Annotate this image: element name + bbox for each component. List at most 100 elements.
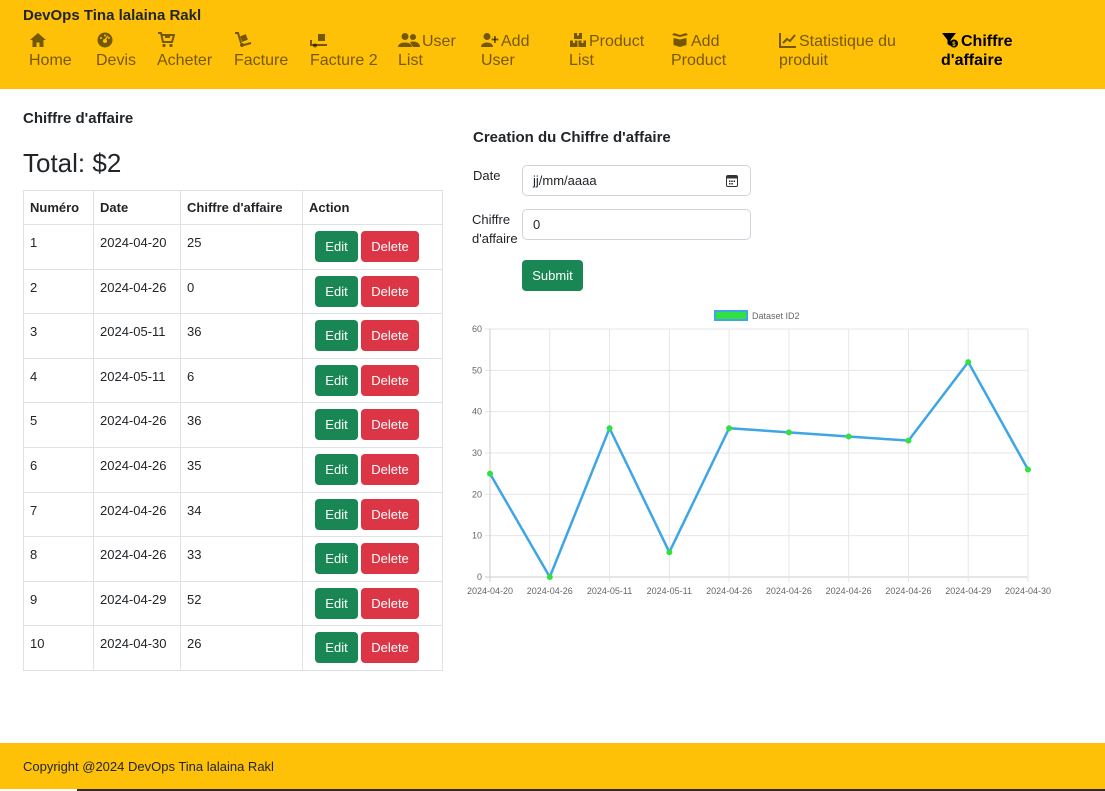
- nav-label: Add: [691, 33, 720, 50]
- nav-label: Product: [589, 33, 645, 50]
- edit-button[interactable]: Edit: [315, 275, 358, 307]
- nav-devis[interactable]: Devis: [96, 32, 136, 70]
- cart-icon: [157, 32, 175, 48]
- cell-action: Edit Delete: [302, 491, 443, 538]
- edit-button[interactable]: Edit: [315, 498, 358, 530]
- cell-numero: 10: [23, 625, 94, 671]
- nav-statistique[interactable]: Statistique du produit: [779, 32, 896, 70]
- nav-add-product[interactable]: Add Product: [671, 32, 726, 70]
- cell-numero: 6: [23, 446, 94, 493]
- users-icon: [398, 32, 420, 48]
- label-line: d'affaire: [472, 231, 518, 246]
- x-tick-label: 2024-04-20: [467, 586, 513, 596]
- cell-date: 2024-04-26: [93, 536, 181, 582]
- total-amount: Total: $2: [23, 148, 122, 178]
- nav-label-line2: User: [481, 52, 515, 69]
- home-icon: [29, 32, 47, 48]
- cell-numero: 7: [23, 491, 94, 538]
- delete-button[interactable]: Delete: [361, 364, 419, 396]
- delete-button[interactable]: Delete: [361, 632, 419, 664]
- y-tick-label: 0: [477, 572, 482, 582]
- cell-numero: 9: [23, 580, 94, 627]
- cell-numero: 3: [23, 313, 94, 359]
- chart-line-icon: [779, 32, 797, 48]
- x-tick-label: 2024-04-26: [706, 586, 752, 596]
- form-heading: Creation du Chiffre d'affaire: [473, 129, 671, 146]
- cell-action: Edit Delete: [302, 224, 443, 270]
- table-row: 9 2024-04-29 52 Edit Delete: [23, 580, 443, 627]
- data-point: [785, 429, 792, 436]
- nav-chiffre-affaire[interactable]: $ Chiffre d'affaire: [941, 32, 1013, 70]
- y-tick-label: 20: [472, 489, 482, 499]
- table-row: 1 2024-04-20 25 Edit Delete: [23, 224, 443, 270]
- nav-label: Statistique du: [799, 33, 896, 50]
- edit-button[interactable]: Edit: [315, 364, 358, 396]
- table-row: 6 2024-04-26 35 Edit Delete: [23, 446, 443, 493]
- y-tick-label: 60: [472, 324, 482, 334]
- cell-action: Edit Delete: [302, 268, 443, 315]
- cell-numero: 4: [23, 357, 94, 404]
- col-header: Action: [302, 190, 443, 225]
- delete-button[interactable]: Delete: [361, 587, 419, 619]
- table-row: 7 2024-04-26 34 Edit Delete: [23, 491, 443, 538]
- table-row: 5 2024-04-26 36 Edit Delete: [23, 402, 443, 448]
- nav-facture-2[interactable]: Facture 2: [310, 32, 378, 70]
- nav-add-user[interactable]: Add User: [481, 32, 529, 70]
- nav-label: Devis: [96, 52, 137, 69]
- delete-button[interactable]: Delete: [361, 231, 419, 262]
- cell-action: Edit Delete: [302, 580, 443, 627]
- cell-date: 2024-04-26: [93, 268, 181, 315]
- delete-button[interactable]: Delete: [361, 275, 419, 307]
- delete-button[interactable]: Delete: [361, 409, 419, 441]
- delete-button[interactable]: Delete: [361, 498, 419, 530]
- edit-button[interactable]: Edit: [315, 453, 358, 485]
- nav-facture[interactable]: Facture: [234, 32, 288, 70]
- data-point: [726, 425, 733, 432]
- delete-button[interactable]: Delete: [361, 543, 419, 575]
- col-header: Chiffre d'affaire: [180, 190, 303, 225]
- data-point: [487, 470, 493, 477]
- date-input[interactable]: jj/mm/aaaa: [522, 165, 751, 196]
- chiffre-affaire-table: Numéro Date Chiffre d'affaire Action 1 20…: [23, 190, 443, 671]
- nav-label: Chiffre: [961, 33, 1013, 50]
- cell-action: Edit Delete: [302, 357, 443, 404]
- x-tick-label: 2024-04-29: [945, 586, 991, 596]
- cell-chiffre-affaire: 25: [180, 224, 303, 270]
- nav-user-list[interactable]: User List: [398, 32, 456, 70]
- data-point: [666, 549, 673, 556]
- section-heading: Chiffre d'affaire: [23, 110, 134, 127]
- chiffre-affaire-input[interactable]: 0: [522, 209, 751, 240]
- cell-chiffre-affaire: 36: [180, 313, 303, 359]
- calendar-icon[interactable]: [726, 174, 738, 187]
- nav-label: Add: [501, 33, 530, 50]
- edit-button[interactable]: Edit: [315, 231, 358, 262]
- x-tick-label: 2024-04-26: [766, 586, 812, 596]
- delete-button[interactable]: Delete: [361, 453, 419, 485]
- cell-chiffre-affaire: 0: [180, 268, 303, 315]
- data-point: [546, 574, 553, 580]
- nav-label: Facture 2: [310, 52, 378, 69]
- edit-button[interactable]: Edit: [315, 409, 358, 441]
- x-tick-label: 2024-04-26: [527, 586, 573, 596]
- data-point: [1025, 466, 1031, 473]
- navbar: DevOps Tina lalaina Rakl Home Devis Ache…: [0, 0, 1105, 89]
- edit-button[interactable]: Edit: [315, 543, 358, 575]
- cell-action: Edit Delete: [302, 625, 443, 671]
- brand[interactable]: DevOps Tina lalaina Rakl: [23, 7, 201, 24]
- submit-button[interactable]: Submit: [522, 260, 583, 291]
- edit-button[interactable]: Edit: [315, 632, 358, 664]
- nav-home[interactable]: Home: [29, 32, 72, 70]
- table-row: 8 2024-04-26 33 Edit Delete: [23, 536, 443, 582]
- delete-button[interactable]: Delete: [361, 320, 419, 352]
- edit-button[interactable]: Edit: [315, 587, 358, 619]
- nav-label-line2: produit: [779, 52, 828, 69]
- label-line: Chiffre: [472, 212, 511, 227]
- nav-label-line2: d'affaire: [941, 52, 1003, 69]
- nav-acheter[interactable]: Acheter: [157, 32, 212, 70]
- edit-button[interactable]: Edit: [315, 320, 358, 352]
- cell-date: 2024-04-26: [93, 402, 181, 448]
- chiffre-affaire-label: Chiffre d'affaire: [472, 210, 518, 248]
- nav-product-list[interactable]: Product List: [569, 32, 644, 70]
- x-tick-label: 2024-05-11: [647, 586, 692, 596]
- data-point: [606, 425, 613, 432]
